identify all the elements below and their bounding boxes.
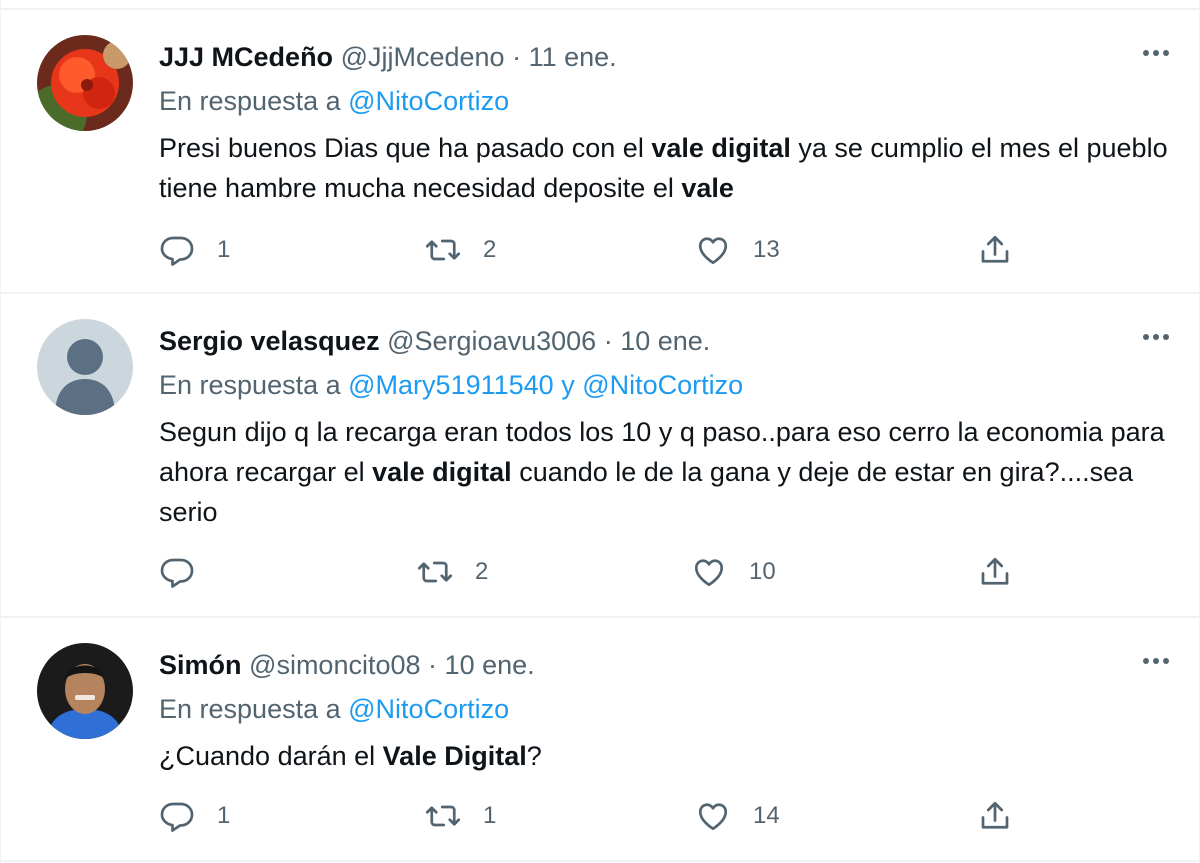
retweet-button[interactable]: 2 [425,232,496,268]
avatar[interactable] [37,319,133,415]
share-icon [981,801,1009,829]
like-count: 10 [749,558,776,585]
avatar[interactable] [37,35,133,131]
like-icon [698,237,728,265]
reply-count: 1 [217,802,231,829]
like-count: 14 [753,802,780,829]
text-segment-bold: vale [681,173,734,203]
retweet-count: 2 [483,236,497,263]
like-icon [694,559,724,587]
mention-link[interactable]: @NitoCortizo [348,86,509,116]
share-button[interactable] [977,232,1013,268]
retweet-count: 2 [475,558,489,585]
reply-button[interactable]: 1 [159,798,230,834]
reply-prefix: En respuesta a [159,86,341,116]
user-handle[interactable]: @JjjMcedeno [341,42,505,72]
mention-link[interactable]: @NitoCortizo [582,370,743,400]
tweet-text: Segun dijo q la recarga eran todos los 1… [159,412,1184,532]
reply-button[interactable]: 1 [159,232,230,268]
reply-prefix: En respuesta a [159,694,341,724]
retweet-count: 1 [483,802,497,829]
retweet-icon [425,239,461,261]
reply-context: En respuesta a @NitoCortizo [159,692,509,726]
retweet-icon [417,561,453,583]
more-icon[interactable] [1141,46,1171,60]
tweet-actions: 1 1 14 [1,798,1199,838]
reply-button[interactable] [159,554,217,590]
retweet-button[interactable]: 1 [425,798,496,834]
mention-link[interactable]: @Mary51911540 [348,370,554,400]
like-icon [698,803,728,831]
reply-icon [160,236,194,266]
reply-icon [160,558,194,588]
reply-context: En respuesta a @Mary51911540 y @NitoCort… [159,368,743,402]
tweet-text: Presi buenos Dias que ha pasado con el v… [159,128,1184,208]
retweet-icon [425,805,461,827]
user-handle[interactable]: @simoncito08 [249,650,420,680]
tweet-actions: 2 10 [1,554,1199,594]
text-segment-bold: Vale Digital [382,741,527,771]
display-name[interactable]: JJJ MCedeño [159,42,333,72]
tweet[interactable]: Sergio velasquez @Sergioavu3006 · 10 ene… [1,294,1199,618]
tweet-feed: JJJ MCedeño @JjjMcedeno · 11 ene. En res… [0,0,1200,863]
reply-context: En respuesta a @NitoCortizo [159,84,509,118]
user-handle[interactable]: @Sergioavu3006 [387,326,596,356]
like-count: 13 [753,236,780,263]
mention-link[interactable]: @NitoCortizo [348,694,509,724]
reply-count: 1 [217,236,231,263]
separator-dot: · [428,650,438,680]
tweet-header: Simón @simoncito08 · 10 ene. [159,648,535,682]
text-segment-bold: vale digital [372,457,512,487]
tweet-header: Sergio velasquez @Sergioavu3006 · 10 ene… [159,324,710,358]
tweet[interactable]: Simón @simoncito08 · 10 ene. En respuest… [1,618,1199,862]
text-segment: Presi buenos Dias que ha pasado con el [159,133,652,163]
tweet-text: ¿Cuando darán el Vale Digital? [159,736,1184,776]
like-button[interactable]: 13 [695,232,780,268]
tweet-actions: 1 2 13 [1,232,1199,272]
tweet-date[interactable]: 11 ene. [529,42,617,72]
reply-joiner: y [561,370,575,400]
avatar[interactable] [37,643,133,739]
reply-icon [160,802,194,832]
display-name[interactable]: Simón [159,650,242,680]
text-segment: ? [526,741,542,771]
share-icon [981,557,1009,585]
separator-dot: · [512,42,522,72]
tweet-date[interactable]: 10 ene. [445,650,535,680]
more-icon[interactable] [1141,654,1171,668]
share-icon [981,235,1009,263]
tweet[interactable]: JJJ MCedeño @JjjMcedeno · 11 ene. En res… [1,8,1199,294]
retweet-button[interactable]: 2 [417,554,488,590]
share-button[interactable] [977,798,1013,834]
reply-prefix: En respuesta a [159,370,341,400]
share-button[interactable] [977,554,1013,590]
tweet-header: JJJ MCedeño @JjjMcedeno · 11 ene. [159,40,617,74]
like-button[interactable]: 10 [691,554,776,590]
display-name[interactable]: Sergio velasquez [159,326,380,356]
text-segment: ¿Cuando darán el [159,741,383,771]
text-segment-bold: vale digital [651,133,791,163]
tweet-date[interactable]: 10 ene. [620,326,710,356]
like-button[interactable]: 14 [695,798,780,834]
separator-dot: · [603,326,613,356]
more-icon[interactable] [1141,330,1171,344]
